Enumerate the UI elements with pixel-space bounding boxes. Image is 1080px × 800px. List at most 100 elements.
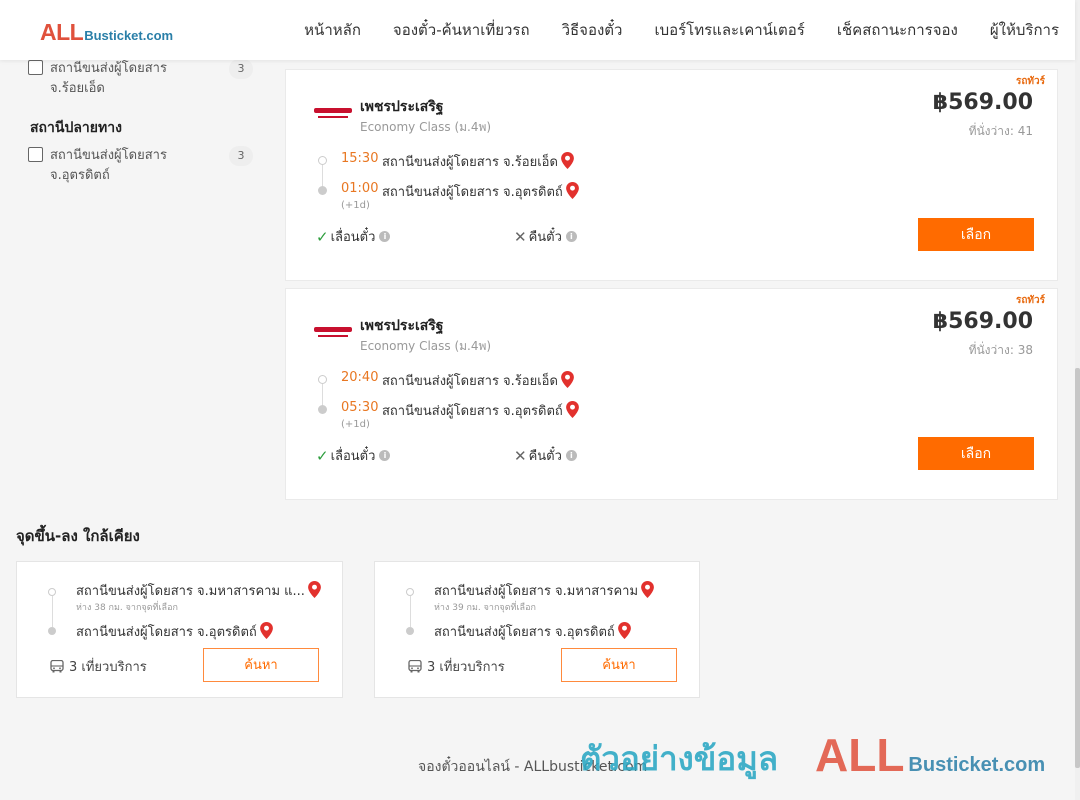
timeline-start-dot [318, 156, 327, 165]
select-trip-button[interactable]: เลือก [918, 218, 1034, 251]
timeline-line [322, 384, 323, 406]
bus-class: Economy Class (ม.4พ) [360, 339, 492, 353]
site-header: ALL Busticket.com หน้าหลัก จองตั๋ว-ค้นหา… [0, 0, 1075, 60]
cross-icon: ✕ [514, 446, 527, 465]
timeline-end-dot [318, 186, 327, 195]
logo-rest-text: Busticket.com [84, 28, 174, 43]
arrival-time: 05:30 [341, 400, 379, 415]
bus-icon [50, 660, 64, 673]
operator-logo [314, 327, 352, 341]
timeline-end-dot [406, 627, 414, 635]
nearby-destination-name: สถานีขนส่งผู้โดยสาร จ.อุตรดิตถ์ [434, 625, 615, 640]
nearby-card: สถานีขนส่งผู้โดยสาร จ.มหาสารคาม แ... ห่า… [16, 561, 343, 698]
departure-time: 15:30 [341, 151, 379, 166]
refund-label: คืนตั๋ว [528, 449, 562, 464]
map-pin-icon[interactable] [641, 581, 654, 598]
departure-time: 20:40 [341, 370, 379, 385]
map-pin-icon[interactable] [565, 401, 579, 418]
timeline-start-dot [48, 588, 56, 596]
arrival-station-name: สถานีขนส่งผู้โดยสาร จ.อุตรดิตถ์ [382, 185, 563, 200]
nav-check-booking[interactable]: เช็คสถานะการจอง [837, 18, 958, 42]
timeline-end-dot [48, 627, 56, 635]
nearby-origin: สถานีขนส่งผู้โดยสาร จ.มหาสารคาม [434, 580, 654, 601]
nearby-distance: ห่าง 38 กม. จากจุดที่เลือก [76, 603, 178, 613]
nearby-trip-count: 3 เที่ยวบริการ [408, 656, 505, 677]
timeline-end-dot [318, 405, 327, 414]
ticket-price: ฿569.00 [932, 309, 1033, 334]
destination-filter-option[interactable]: สถานีขนส่งผู้โดยสาร จ.อุตรดิตถ์ [28, 146, 200, 186]
available-seats: ที่นั่งว่าง: 38 [968, 343, 1033, 357]
info-icon[interactable]: i [565, 231, 577, 242]
logo-all-text: ALL [40, 19, 84, 45]
ticket-price: ฿569.00 [932, 90, 1033, 115]
trip-card: รถทัวร์ เพชรประเสริฐ Economy Class (ม.4พ… [285, 69, 1058, 281]
map-pin-icon[interactable] [259, 622, 273, 639]
info-icon[interactable]: i [379, 450, 391, 461]
vip-badge: รถทัวร์ [1015, 295, 1045, 306]
nav-phone-counters[interactable]: เบอร์โทรและเคาน์เตอร์ [654, 18, 804, 42]
cross-icon: ✕ [514, 227, 527, 246]
nearby-trip-count: 3 เที่ยวบริการ [50, 656, 147, 677]
checkbox-icon[interactable] [28, 60, 43, 75]
arrival-time: 01:00 [341, 181, 379, 196]
nearby-destination-name: สถานีขนส่งผู้โดยสาร จ.อุตรดิตถ์ [76, 625, 257, 640]
map-pin-icon[interactable] [617, 622, 631, 639]
refund-policy: ✕ คืนตั๋ว i [514, 226, 577, 247]
checkbox-icon[interactable] [28, 147, 43, 162]
next-day-indicator: (+1d) [341, 200, 370, 211]
nearby-trip-count-label: 3 เที่ยวบริการ [69, 660, 147, 675]
timeline-start-dot [318, 375, 327, 384]
check-icon: ✓ [316, 446, 329, 465]
departure-station-name: สถานีขนส่งผู้โดยสาร จ.ร้อยเอ็ด [382, 374, 558, 389]
nearby-trip-count-label: 3 เที่ยวบริการ [427, 660, 505, 675]
nearby-destination: สถานีขนส่งผู้โดยสาร จ.อุตรดิตถ์ [76, 621, 273, 642]
available-seats: ที่นั่งว่าง: 41 [968, 124, 1033, 138]
departure-station-name: สถานีขนส่งผู้โดยสาร จ.ร้อยเอ็ด [382, 155, 558, 170]
timeline-line [52, 596, 53, 627]
watermark-logo-all: ALL [815, 729, 905, 781]
nav-how-to-book[interactable]: วิธีจองตั๋ว [562, 18, 623, 42]
refund-policy: ✕ คืนตั๋ว i [514, 445, 577, 466]
reschedule-policy: ✓ เลื่อนตั๋ว i [316, 226, 391, 247]
origin-filter-label: สถานีขนส่งผู้โดยสาร จ.ร้อยเอ็ด [50, 61, 167, 96]
nearby-origin-name: สถานีขนส่งผู้โดยสาร จ.มหาสารคาม แ... [76, 584, 305, 599]
departure-station: สถานีขนส่งผู้โดยสาร จ.ร้อยเอ็ด [382, 151, 574, 172]
timeline-line [322, 165, 323, 187]
watermark-text: ตัวอย่างข้อมูล [580, 739, 779, 778]
arrival-station: สถานีขนส่งผู้โดยสาร จ.อุตรดิตถ์ [382, 181, 579, 202]
origin-filter-count: 3 [229, 59, 253, 79]
info-icon[interactable]: i [379, 231, 391, 242]
timeline-line [410, 596, 411, 627]
next-day-indicator: (+1d) [341, 419, 370, 430]
destination-filter-heading: สถานีปลายทาง [30, 120, 122, 136]
nearby-origin-name: สถานีขนส่งผู้โดยสาร จ.มหาสารคาม [434, 584, 639, 599]
nearby-destination: สถานีขนส่งผู้โดยสาร จ.อุตรดิตถ์ [434, 621, 631, 642]
nearby-distance: ห่าง 39 กม. จากจุดที่เลือก [434, 603, 536, 613]
watermark-logo: ALL Busticket.com [815, 728, 1045, 782]
scrollbar-thumb[interactable] [1075, 368, 1080, 768]
map-pin-icon[interactable] [561, 152, 574, 169]
map-pin-icon[interactable] [565, 182, 579, 199]
operator-name: เพชรประเสริฐ [360, 99, 444, 115]
site-logo[interactable]: ALL Busticket.com [40, 19, 173, 46]
nearby-section-title: จุดขึ้น-ลง ใกล้เคียง [16, 527, 140, 545]
nav-book-search[interactable]: จองตั๋ว-ค้นหาเที่ยวรถ [393, 18, 530, 42]
select-trip-button[interactable]: เลือก [918, 437, 1034, 470]
refund-label: คืนตั๋ว [528, 230, 562, 245]
nearby-card: สถานีขนส่งผู้โดยสาร จ.มหาสารคาม ห่าง 39 … [374, 561, 700, 698]
info-icon[interactable]: i [565, 450, 577, 461]
nearby-search-button[interactable]: ค้นหา [203, 648, 319, 682]
nav-operators[interactable]: ผู้ให้บริการ [990, 18, 1059, 42]
origin-filter-option[interactable]: สถานีขนส่งผู้โดยสาร จ.ร้อยเอ็ด [28, 59, 200, 99]
nearby-search-button[interactable]: ค้นหา [561, 648, 677, 682]
destination-filter-count: 3 [229, 146, 253, 166]
nearby-origin: สถานีขนส่งผู้โดยสาร จ.มหาสารคาม แ... [76, 580, 321, 601]
timeline-start-dot [406, 588, 414, 596]
arrival-station: สถานีขนส่งผู้โดยสาร จ.อุตรดิตถ์ [382, 400, 579, 421]
map-pin-icon[interactable] [561, 371, 574, 388]
nav-home[interactable]: หน้าหลัก [304, 18, 361, 42]
map-pin-icon[interactable] [308, 581, 321, 598]
bus-class: Economy Class (ม.4พ) [360, 120, 492, 134]
trip-card: รถทัวร์ เพชรประเสริฐ Economy Class (ม.4พ… [285, 288, 1058, 500]
reschedule-policy: ✓ เลื่อนตั๋ว i [316, 445, 391, 466]
